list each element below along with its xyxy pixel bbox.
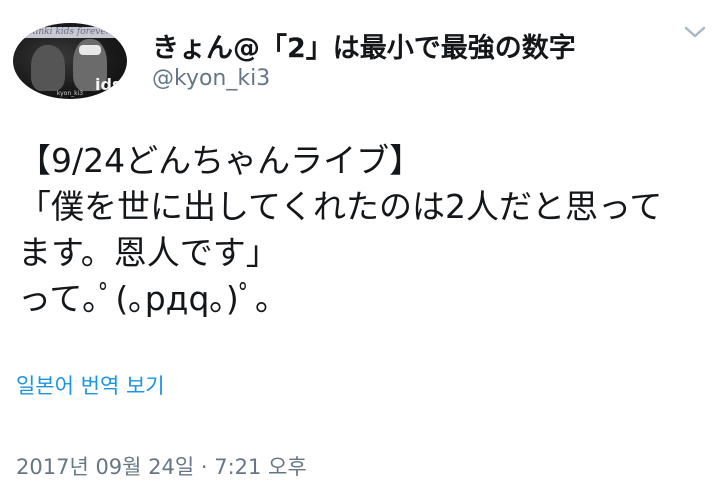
tweet-text: 【9/24どんちゃんライブ】 「僕を世に出してくれたのは2人だと思って ます。恩… bbox=[18, 138, 708, 322]
author-handle[interactable]: @kyon_ki3 bbox=[152, 66, 270, 91]
tweet-timestamp[interactable]: 2017년 09월 24일 · 7:21 오후 bbox=[16, 451, 307, 481]
tweet-text-line: 【9/24どんちゃんライブ】 bbox=[18, 141, 423, 180]
avatar-banner-text: kinki kids forever bbox=[13, 27, 127, 38]
avatar-caption: kyon_ki3 bbox=[56, 90, 84, 97]
tweet-text-line: 「僕を世に出してくれたのは2人だと思って bbox=[18, 187, 663, 226]
author-display-name[interactable]: きょん@「2」は最小で最強の数字 bbox=[152, 26, 576, 65]
translate-tweet-link[interactable]: 일본어 번역 보기 bbox=[16, 370, 165, 400]
avatar[interactable]: kinki kids forever ids kyon_ki3 bbox=[13, 23, 127, 99]
tweet-text-line: って｡ﾟ(｡pдq｡)ﾟ｡ bbox=[18, 279, 272, 318]
tweet-text-line: ます。恩人です」 bbox=[18, 233, 279, 272]
tweet-detail: kinki kids forever ids kyon_ki3 きょん@「2」は… bbox=[0, 0, 720, 484]
avatar-figure-left bbox=[31, 45, 65, 91]
chevron-down-icon[interactable] bbox=[683, 24, 707, 40]
